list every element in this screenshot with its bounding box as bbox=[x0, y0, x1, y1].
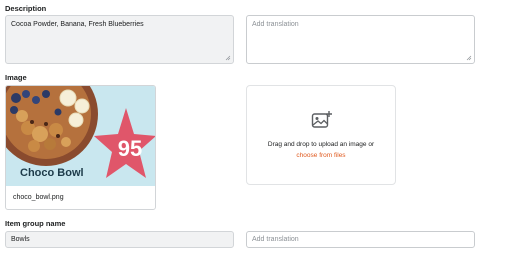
description-translation-field[interactable]: Add translation bbox=[246, 15, 475, 64]
item-group-label: Item group name bbox=[5, 219, 66, 228]
badge-number: 95 bbox=[118, 136, 142, 161]
resize-grip-icon bbox=[225, 55, 231, 61]
description-field: Cocoa Powder, Banana, Fresh Blueberries bbox=[5, 15, 234, 64]
choco-bowl-image: 95 Choco Bowl bbox=[6, 86, 155, 186]
description-value: Cocoa Powder, Banana, Fresh Blueberries bbox=[11, 21, 144, 28]
upload-instructions: Drag and drop to upload an image or bbox=[267, 141, 375, 148]
product-name: Choco Bowl bbox=[20, 167, 84, 179]
choose-from-files-link[interactable]: choose from files bbox=[247, 152, 395, 159]
item-group-translation-placeholder: Add translation bbox=[252, 236, 299, 243]
image-card[interactable]: 95 Choco Bowl choco_bowl.png bbox=[5, 85, 156, 210]
image-upload-dropzone[interactable]: Drag and drop to upload an image or choo… bbox=[246, 85, 396, 185]
description-translation-placeholder: Add translation bbox=[252, 21, 299, 28]
item-group-translation-field[interactable]: Add translation bbox=[246, 231, 475, 248]
image-label: Image bbox=[5, 73, 27, 82]
item-group-value: Bowls bbox=[11, 236, 30, 243]
product-image[interactable]: 95 Choco Bowl bbox=[6, 86, 155, 186]
add-image-icon bbox=[311, 111, 332, 128]
item-group-field: Bowls bbox=[5, 231, 234, 248]
description-label: Description bbox=[5, 4, 47, 13]
resize-grip-icon[interactable] bbox=[466, 55, 472, 61]
image-filename: choco_bowl.png bbox=[13, 194, 64, 201]
